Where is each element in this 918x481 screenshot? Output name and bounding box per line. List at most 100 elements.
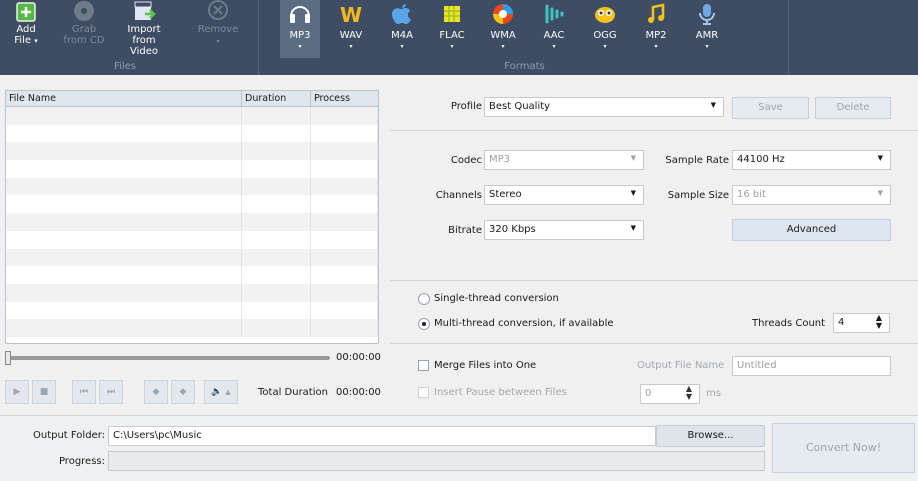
wav-icon: W	[338, 2, 364, 27]
spinner-arrows-icon: ▲ ▼	[875, 313, 882, 330]
format-dropdown-arrow: ▾	[705, 43, 709, 50]
aac-icon	[541, 2, 567, 26]
column-header-process[interactable]: Process	[311, 91, 378, 106]
file-list-table[interactable]: File Name Duration Process	[5, 90, 379, 344]
table-cell	[242, 213, 311, 231]
seek-bar[interactable]	[5, 356, 330, 360]
format-flac-button[interactable]: FLAC ▾	[432, 0, 472, 58]
save-profile-button[interactable]: Save	[732, 97, 809, 119]
output-file-name-input[interactable]: Untitled	[732, 356, 891, 376]
divider	[390, 343, 918, 344]
toolbar-divider	[258, 0, 259, 75]
spinner-arrows-icon: ▲ ▼	[685, 384, 692, 401]
output-folder-label: Output Folder:	[32, 430, 105, 441]
browse-button[interactable]: Browse...	[656, 425, 765, 447]
table-row[interactable]	[6, 213, 378, 231]
table-row[interactable]	[6, 230, 378, 249]
format-amr-button[interactable]: AMR ▾	[687, 0, 727, 58]
format-wav-button[interactable]: W WAV ▾	[331, 0, 371, 58]
ogg-icon	[592, 2, 618, 26]
divider	[390, 130, 918, 131]
volume-button[interactable]: 🔈 ▲	[204, 380, 238, 404]
table-row[interactable]	[6, 160, 378, 178]
pause-duration-value: 0	[645, 388, 652, 399]
add-file-label: Add	[16, 24, 36, 35]
stop-button[interactable]: ■	[32, 380, 56, 404]
delete-profile-button[interactable]: Delete	[815, 97, 891, 119]
sample-rate-select[interactable]: 44100 Hz ▼	[732, 150, 891, 170]
sample-rate-value: 44100 Hz	[737, 154, 785, 165]
format-dropdown-arrow: ▾	[400, 43, 404, 50]
format-wma-button[interactable]: WMA ▾	[483, 0, 523, 58]
table-cell	[311, 160, 378, 178]
format-mp2-button[interactable]: MP2 ▾	[636, 0, 676, 58]
convert-now-button[interactable]: Convert Now!	[772, 423, 915, 473]
column-header-duration[interactable]: Duration	[242, 91, 311, 106]
add-file-icon	[13, 0, 39, 24]
merge-files-checkbox[interactable]	[418, 360, 429, 371]
seek-handle[interactable]	[5, 351, 11, 365]
volume-arrow: ▲	[225, 388, 231, 396]
table-cell	[242, 301, 311, 320]
grab-cd-label: Grab	[71, 24, 97, 35]
table-cell	[242, 283, 311, 302]
format-ogg-button[interactable]: OGG ▾	[585, 0, 625, 58]
volume-icon: 🔈	[211, 387, 223, 397]
pause-duration-spinner[interactable]: 0 ▲ ▼	[640, 384, 700, 404]
table-row[interactable]	[6, 107, 378, 125]
previous-button[interactable]: ⏮	[72, 380, 96, 404]
advanced-button[interactable]: Advanced	[732, 219, 891, 241]
channels-select[interactable]: Stereo ▼	[484, 185, 644, 205]
format-m4a-button[interactable]: M4A ▾	[382, 0, 422, 58]
channels-value: Stereo	[489, 189, 522, 200]
format-label: AAC	[543, 30, 565, 41]
insert-pause-checkbox[interactable]	[418, 387, 429, 398]
multi-thread-radio[interactable]	[418, 318, 430, 330]
table-cell	[6, 177, 242, 196]
table-row[interactable]	[6, 142, 378, 161]
wma-icon	[490, 2, 516, 26]
table-row[interactable]	[6, 195, 378, 214]
progress-bar	[108, 451, 765, 471]
profile-select[interactable]: Best Quality ▼	[484, 97, 724, 117]
import-from-video-button[interactable]: Import from Video	[118, 0, 170, 57]
table-cell	[6, 301, 242, 320]
multi-thread-label: Multi-thread conversion, if available	[434, 318, 614, 329]
table-row[interactable]	[6, 248, 378, 267]
play-button[interactable]: ▶	[5, 380, 29, 404]
flac-icon	[439, 2, 465, 26]
rewind-button[interactable]: ◆	[144, 380, 168, 404]
profile-label: Profile	[450, 101, 482, 112]
music-note-icon	[643, 2, 669, 26]
column-header-file-name[interactable]: File Name	[6, 91, 242, 106]
format-mp3-button[interactable]: MP3 ▾	[280, 0, 320, 58]
table-cell	[311, 142, 378, 161]
forward-button[interactable]: ◆	[171, 380, 195, 404]
table-row[interactable]	[6, 301, 378, 320]
table-cell	[6, 160, 242, 178]
single-thread-radio[interactable]	[418, 293, 430, 305]
divider	[390, 280, 918, 281]
table-cell	[6, 107, 242, 125]
threads-count-spinner[interactable]: 4 ▲ ▼	[833, 313, 890, 333]
table-row[interactable]	[6, 283, 378, 302]
table-row[interactable]	[6, 319, 378, 337]
output-folder-input[interactable]: C:\Users\pc\Music	[108, 426, 656, 446]
next-button[interactable]: ⏭	[99, 380, 123, 404]
remove-button[interactable]: Remove ▾	[196, 0, 240, 47]
sample-size-select[interactable]: 16 bit ▼	[732, 185, 891, 205]
codec-select[interactable]: MP3 ▼	[484, 150, 644, 170]
table-cell	[242, 177, 311, 196]
table-cell	[242, 107, 311, 125]
bitrate-select[interactable]: 320 Kbps ▼	[484, 220, 644, 240]
profile-value: Best Quality	[489, 101, 551, 112]
grab-from-cd-button[interactable]: Grab from CD	[60, 0, 108, 46]
sample-rate-label: Sample Rate	[665, 155, 729, 166]
format-aac-button[interactable]: AAC ▾	[534, 0, 574, 58]
position-time: 00:00:00	[336, 352, 381, 363]
table-row[interactable]	[6, 177, 378, 196]
chevron-down-icon: ▼	[630, 154, 636, 162]
table-row[interactable]	[6, 266, 378, 284]
table-row[interactable]	[6, 124, 378, 143]
add-file-button[interactable]: Add File ▾	[8, 0, 44, 47]
